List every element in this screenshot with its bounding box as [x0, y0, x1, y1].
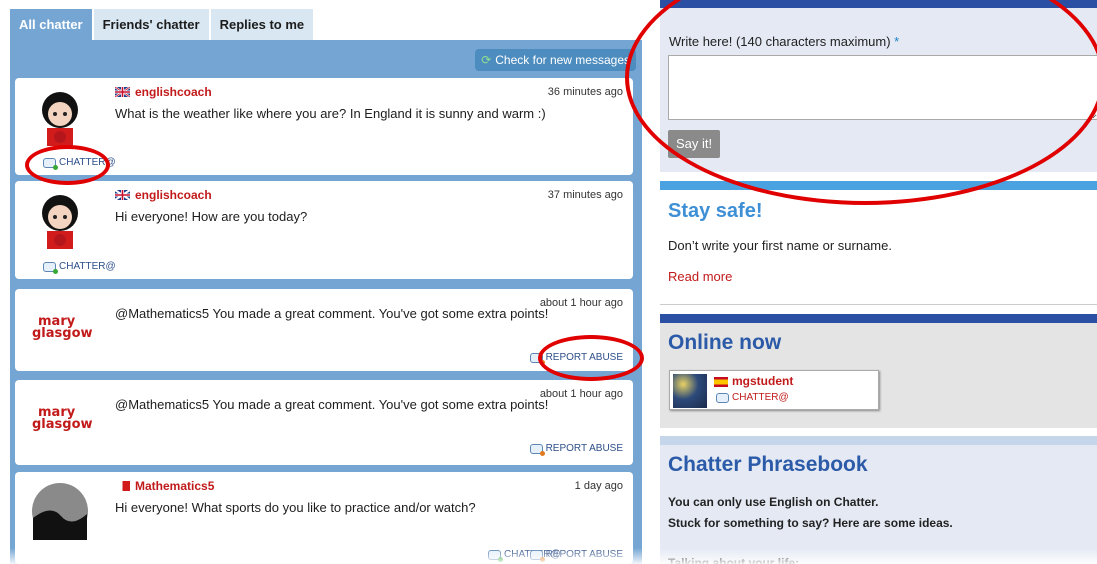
- online-now-title: Online now: [668, 331, 782, 354]
- chatter-message: mary glasgow about 1 hour ago @Mathemati…: [15, 380, 633, 465]
- check-new-messages-label: Check for new messages: [495, 53, 630, 67]
- read-more-link[interactable]: Read more: [668, 269, 732, 284]
- chatter-link-label: CHATTER@: [732, 392, 789, 403]
- panel-bar: [660, 181, 1097, 190]
- message-text: Hi everyone! How are you today?: [115, 209, 308, 224]
- stay-safe-title: Stay safe!: [668, 200, 763, 222]
- stay-safe-text: Don’t write your first name or surname.: [668, 238, 892, 253]
- chatter-link[interactable]: CHATTER@: [43, 157, 116, 170]
- report-abuse-link[interactable]: REPORT ABUSE: [529, 443, 623, 456]
- avatar: [32, 483, 88, 540]
- message-timestamp: 36 minutes ago: [547, 86, 623, 98]
- chatter-feed: ⟳ Check for new messages englishcoach 36…: [10, 40, 642, 564]
- message-text: @Mathematics5 You made a great comment. …: [115, 397, 549, 412]
- chat-bubble-icon: [716, 392, 729, 403]
- phrasebook-line: You can only use English on Chatter.: [668, 495, 879, 509]
- report-abuse-label: REPORT ABUSE: [545, 352, 623, 363]
- online-user-card[interactable]: mgstudent CHATTER@: [669, 370, 879, 410]
- required-mark: *: [894, 34, 900, 49]
- report-abuse-label: REPORT ABUSE: [545, 443, 623, 454]
- write-label: Write here! (140 characters maximum) *: [669, 34, 899, 49]
- tab-all-chatter[interactable]: All chatter: [10, 9, 92, 40]
- report-icon: [529, 443, 545, 456]
- sidebar: Write here! (140 characters maximum) * S…: [660, 0, 1097, 564]
- message-username[interactable]: englishcoach: [135, 188, 212, 202]
- logo-line-2: glasgow: [32, 326, 93, 341]
- avatar: [42, 195, 78, 249]
- phrasebook-line: Stuck for something to say? Here are som…: [668, 516, 953, 530]
- tab-replies-to-me[interactable]: Replies to me: [210, 9, 314, 40]
- refresh-icon: ⟳: [481, 53, 492, 67]
- chatter-page: All chatter Friends' chatter Replies to …: [0, 0, 1097, 564]
- flag-icon: [115, 481, 130, 491]
- report-abuse-link[interactable]: REPORT ABUSE: [529, 352, 623, 365]
- report-icon: [529, 549, 545, 562]
- online-now-panel: Online now mgstudent CHATTER@: [660, 314, 1097, 428]
- write-label-text: Write here! (140 characters maximum): [669, 34, 891, 49]
- avatar: [42, 92, 78, 146]
- message-text: @Mathematics5 You made a great comment. …: [115, 306, 549, 321]
- write-panel: Write here! (140 characters maximum) * S…: [660, 0, 1097, 172]
- phrasebook-panel: Chatter Phrasebook You can only use Engl…: [660, 436, 1097, 564]
- mary-glasgow-logo: mary glasgow: [32, 315, 93, 342]
- uk-flag-icon: [115, 190, 130, 200]
- spain-flag-icon: [714, 377, 728, 387]
- message-username[interactable]: Mathematics5: [135, 479, 214, 493]
- stay-safe-panel: Stay safe! Don’t write your first name o…: [660, 181, 1097, 305]
- uk-flag-icon: [115, 87, 130, 97]
- message-text: What is the weather like where you are? …: [115, 106, 546, 121]
- chatter-message: Mathematics5 1 day ago Hi everyone! What…: [15, 472, 633, 564]
- check-new-messages-button[interactable]: ⟳ Check for new messages: [475, 49, 636, 71]
- chatter-message: mary glasgow about 1 hour ago @Mathemati…: [15, 289, 633, 371]
- report-abuse-label: REPORT ABUSE: [545, 549, 623, 560]
- chat-bubble-icon: [43, 261, 58, 274]
- message-textarea[interactable]: [668, 55, 1097, 120]
- mary-glasgow-logo: mary glasgow: [32, 406, 93, 433]
- say-it-button[interactable]: Say it!: [668, 130, 720, 158]
- phrasebook-title: Chatter Phrasebook: [668, 453, 868, 476]
- chatter-message: englishcoach 36 minutes ago What is the …: [15, 78, 633, 175]
- panel-bar: [660, 314, 1097, 323]
- chatter-link[interactable]: CHATTER@: [43, 261, 116, 274]
- panel-bar: [660, 0, 1097, 8]
- user-thumbnail: [673, 374, 707, 408]
- tab-friends-chatter[interactable]: Friends' chatter: [93, 9, 209, 40]
- chatter-link-label: CHATTER@: [59, 261, 116, 272]
- online-username[interactable]: mgstudent: [732, 374, 793, 388]
- chatter-link[interactable]: CHATTER@: [716, 392, 789, 403]
- message-timestamp: 37 minutes ago: [547, 189, 623, 201]
- chatter-message: englishcoach 37 minutes ago Hi everyone!…: [15, 181, 633, 279]
- message-username[interactable]: englishcoach: [135, 85, 212, 99]
- message-text: Hi everyone! What sports do you like to …: [115, 500, 476, 515]
- panel-bar: [660, 436, 1097, 445]
- chatter-tabs: All chatter Friends' chatter Replies to …: [10, 9, 315, 40]
- chatter-link-label: CHATTER@: [59, 157, 116, 168]
- chat-bubble-icon: [43, 157, 58, 170]
- logo-line-2: glasgow: [32, 417, 93, 432]
- report-abuse-link[interactable]: REPORT ABUSE: [529, 549, 623, 562]
- message-timestamp: 1 day ago: [574, 480, 623, 492]
- report-icon: [529, 352, 545, 365]
- phrasebook-line: Talking about your life:: [668, 556, 800, 564]
- chat-bubble-icon: [488, 549, 503, 562]
